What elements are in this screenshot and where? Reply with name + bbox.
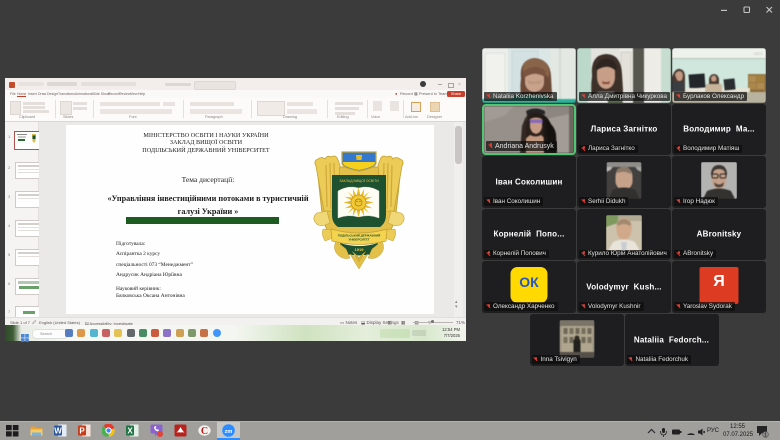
svg-text:C: C	[200, 426, 207, 437]
svg-text:P: P	[79, 427, 85, 436]
svg-text:zm: zm	[224, 429, 232, 435]
svg-text:0871: 0871	[754, 51, 764, 56]
svg-text:УНІВЕРСИТЕТ: УНІВЕРСИТЕТ	[349, 238, 370, 242]
svg-text:X: X	[127, 427, 133, 436]
svg-text:ЗАКЛАД ВИЩОЇ ОСВІТИ: ЗАКЛАД ВИЩОЇ ОСВІТИ	[339, 179, 379, 183]
svg-text:W: W	[54, 427, 62, 436]
svg-text:1919: 1919	[355, 247, 365, 252]
svg-text:1: 1	[764, 433, 767, 439]
